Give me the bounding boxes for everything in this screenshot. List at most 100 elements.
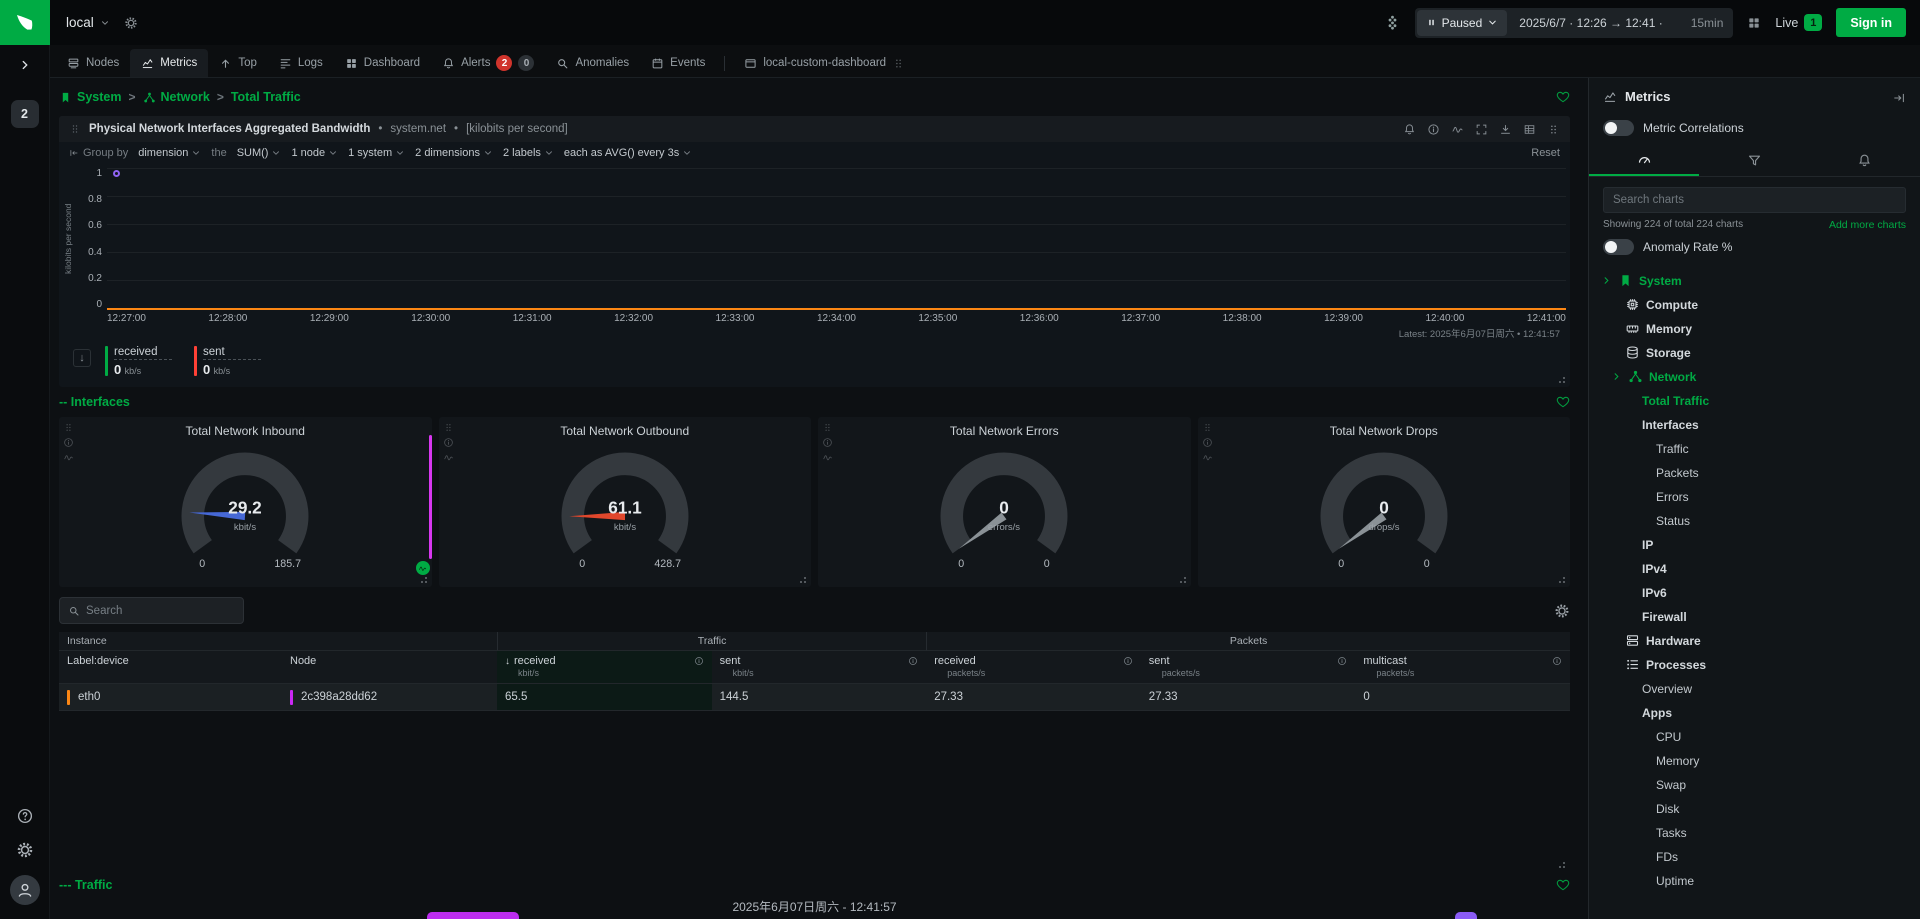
metric-correlations-toggle[interactable] (1603, 120, 1634, 136)
groupby-each-as-avg-every-3s[interactable]: each as AVG() every 3s (564, 147, 692, 159)
groupby-1-node[interactable]: 1 node (291, 147, 338, 159)
tab-charts[interactable] (1589, 146, 1699, 176)
tab-anomalies[interactable]: Anomalies (545, 49, 640, 77)
table-settings-button[interactable] (1554, 603, 1570, 619)
column-header-received-packets-s[interactable]: receivedpackets/s (926, 651, 1141, 684)
gauge-card-total-network-inbound[interactable]: Total Network Inbound29.2kbit/s0185.7 (59, 417, 432, 587)
favorite-button[interactable] (1556, 90, 1570, 105)
space-badge[interactable]: 2 (11, 100, 39, 128)
legend-item-sent[interactable]: sent0 kb/s (194, 346, 261, 377)
resize-handle[interactable] (1557, 575, 1566, 584)
charts-search-input[interactable] (1603, 187, 1906, 213)
favorite-button[interactable] (1556, 878, 1570, 893)
gauge-card-total-network-outbound[interactable]: Total Network Outbound61.1kbit/s0428.7 (439, 417, 812, 587)
resize-handle[interactable] (1557, 375, 1566, 384)
anomaly-badge[interactable] (416, 561, 430, 575)
favorite-button[interactable] (1556, 395, 1570, 410)
tree-item-packets[interactable]: Packets (1589, 461, 1920, 485)
tree-item-processes[interactable]: Processes (1589, 653, 1920, 677)
table-cell-label-device[interactable]: eth0 (59, 684, 282, 711)
groupby-sum-[interactable]: SUM() (237, 147, 282, 159)
tree-item-firewall[interactable]: Firewall (1589, 605, 1920, 629)
table-cell-node[interactable]: 2c398a28dd62 (282, 684, 497, 711)
tab-alerts[interactable]: Alerts20 (431, 49, 545, 77)
tab-nodes[interactable]: Nodes (56, 49, 130, 77)
column-header-multicast-packets-s[interactable]: multicastpackets/s (1355, 651, 1570, 684)
table-cell-multicast[interactable]: 0 (1355, 684, 1570, 711)
column-header-received-kbit-s[interactable]: ↓receivedkbit/s (497, 651, 712, 684)
tab-metrics[interactable]: Metrics (130, 49, 208, 77)
column-header-sent-kbit-s[interactable]: sentkbit/s (712, 651, 927, 684)
tree-item-fds[interactable]: FDs (1589, 845, 1920, 869)
node-settings-button[interactable] (124, 15, 138, 30)
tab-dashboard[interactable]: Dashboard (334, 49, 431, 77)
dimension-sort-icon[interactable]: ↓ (73, 349, 91, 367)
tab-logs[interactable]: Logs (268, 49, 334, 77)
tree-item-compute[interactable]: Compute (1589, 293, 1920, 317)
traffic-section-label[interactable]: --- Traffic (59, 878, 112, 892)
collapse-sidebar-button[interactable] (1892, 89, 1906, 105)
date-range[interactable]: 2025/6/7 · 12:26 → 12:41 · (1509, 16, 1672, 30)
groupby-1-system[interactable]: 1 system (348, 147, 405, 159)
tree-item-apps[interactable]: Apps (1589, 701, 1920, 725)
gauge-card-total-network-errors[interactable]: Total Network Errors0errors/s00 (818, 417, 1191, 587)
plot-area[interactable] (107, 168, 1566, 310)
tab-local-custom-dashboard[interactable]: local-custom-dashboard (733, 49, 916, 77)
sort-desc-icon[interactable]: ↓ (505, 656, 510, 667)
resize-handle[interactable] (419, 575, 428, 584)
anoma­ly-ribbon-icon[interactable] (1451, 123, 1464, 136)
tree-item-ipv4[interactable]: IPv4 (1589, 557, 1920, 581)
anomaly-rate-toggle[interactable] (1603, 239, 1634, 255)
user-avatar[interactable] (10, 875, 40, 905)
tree-item-overview[interactable]: Overview (1589, 677, 1920, 701)
tree-item-ipv6[interactable]: IPv6 (1589, 581, 1920, 605)
groupby-2-dimensions[interactable]: 2 dimensions (415, 147, 493, 159)
drag-handle-icon[interactable] (69, 123, 81, 135)
table-cell-received[interactable]: 27.33 (926, 684, 1141, 711)
gauge-card-total-network-drops[interactable]: Total Network Drops0drops/s00 (1198, 417, 1571, 587)
sign-in-button[interactable]: Sign in (1836, 8, 1906, 37)
breadcrumb-item-network[interactable]: Network (143, 90, 210, 104)
table-cell-sent[interactable]: 27.33 (1141, 684, 1356, 711)
tree-item-errors[interactable]: Errors (1589, 485, 1920, 509)
line-chart[interactable]: kilobits per second 10.80.60.40.20 (59, 164, 1570, 310)
help-button[interactable] (16, 807, 34, 825)
resize-handle[interactable] (1178, 575, 1187, 584)
tree-item-disk[interactable]: Disk (1589, 797, 1920, 821)
tab-filters[interactable] (1699, 146, 1809, 176)
tree-item-hardware[interactable]: Hardware (1589, 629, 1920, 653)
tree-item-uptime[interactable]: Uptime (1589, 869, 1920, 893)
drag-dots-icon[interactable] (1547, 123, 1560, 136)
pause-button[interactable]: Paused (1417, 10, 1508, 36)
collapse-icon[interactable] (69, 148, 79, 158)
download-icon[interactable] (1499, 123, 1512, 136)
table-view-icon[interactable] (1523, 123, 1536, 136)
table-search[interactable] (59, 597, 244, 624)
node-selector[interactable]: local (66, 15, 110, 30)
resize-handle[interactable] (798, 575, 807, 584)
fullscreen-icon[interactable] (1475, 123, 1488, 136)
tree-item-total-traffic[interactable]: Total Traffic (1589, 389, 1920, 413)
interfaces-section-label[interactable]: -- Interfaces (59, 395, 130, 409)
add-more-charts-link[interactable]: Add more charts (1829, 219, 1906, 231)
resize-handle[interactable] (1557, 860, 1566, 869)
groupby-2-labels[interactable]: 2 labels (503, 147, 554, 159)
settings-button[interactable] (16, 841, 34, 859)
reset-button[interactable]: Reset (1531, 147, 1560, 159)
tab-alerts[interactable] (1810, 146, 1920, 176)
info-icon[interactable] (1427, 123, 1440, 136)
tree-item-memory[interactable]: Memory (1589, 749, 1920, 773)
tree-item-status[interactable]: Status (1589, 509, 1920, 533)
tree-item-network[interactable]: Network (1589, 365, 1920, 389)
table-cell-received[interactable]: 65.5 (497, 684, 712, 711)
live-indicator[interactable]: Live 1 (1775, 14, 1822, 31)
alerts-bell-icon[interactable] (1403, 123, 1416, 136)
tree-item-traffic[interactable]: Traffic (1589, 437, 1920, 461)
tree-item-memory[interactable]: Memory (1589, 317, 1920, 341)
tree-item-storage[interactable]: Storage (1589, 341, 1920, 365)
groupby-dimension[interactable]: dimension (138, 147, 201, 159)
tab-events[interactable]: Events (640, 49, 716, 77)
nodes-view-button[interactable] (1747, 15, 1761, 30)
tab-top[interactable]: Top (208, 49, 268, 77)
tree-item-system[interactable]: System (1589, 269, 1920, 293)
